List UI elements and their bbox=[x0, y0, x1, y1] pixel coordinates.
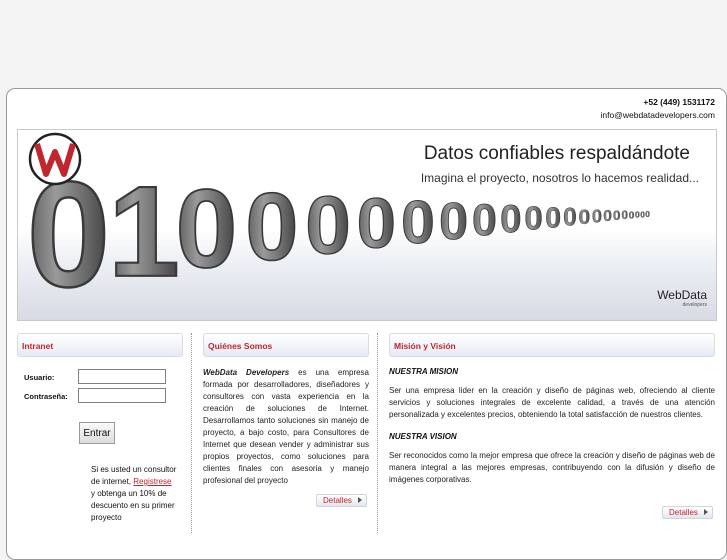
about-description: es una empresa formada por desarrollador… bbox=[203, 368, 369, 485]
mission-section: Misión y Visión NUESTRA MISION Ser una e… bbox=[389, 333, 715, 486]
binary-digit: 0 bbox=[629, 210, 635, 221]
mission-header: Misión y Visión bbox=[389, 333, 715, 357]
banner-title: Datos confiables respaldándote bbox=[423, 143, 690, 164]
binary-digit: 1 bbox=[108, 160, 180, 304]
vision-text: Ser reconocidos como la mejor empresa qu… bbox=[389, 451, 715, 484]
password-input[interactable] bbox=[78, 388, 166, 403]
binary-digit: 0 bbox=[472, 194, 497, 245]
about-text: WebData Developers es una empresa formad… bbox=[203, 367, 369, 487]
banner-subtitle: Imagina el proyecto, nosotros lo hacemos… bbox=[420, 171, 699, 185]
mission-heading: NUESTRA MISION bbox=[389, 367, 459, 376]
logo-text: WebData bbox=[657, 288, 707, 302]
about-details-button[interactable]: Detalles bbox=[316, 494, 367, 507]
user-label: Usuario: bbox=[24, 373, 55, 382]
about-header: Quiénes Somos bbox=[203, 333, 369, 357]
user-input[interactable] bbox=[78, 369, 166, 384]
play-arrow-icon bbox=[703, 509, 708, 515]
login-button[interactable]: Entrar bbox=[79, 422, 115, 444]
binary-digit: 0 bbox=[621, 210, 627, 222]
column-divider bbox=[191, 333, 192, 533]
mission-text: Ser una empresa lider en la creación y d… bbox=[389, 386, 715, 419]
register-link[interactable]: Registrese bbox=[133, 477, 171, 486]
register-note-after: y obtenga un 10% de descuento en su prim… bbox=[91, 489, 175, 522]
play-arrow-icon bbox=[357, 497, 362, 503]
binary-digit: 0 bbox=[245, 175, 298, 281]
contact-email[interactable]: info@webdatadevelopers.com bbox=[601, 109, 715, 122]
binary-digit: 0 bbox=[500, 198, 521, 241]
binary-digit: 0 bbox=[603, 208, 612, 225]
binary-digit: 0 bbox=[635, 210, 640, 220]
mission-details-label: Detalles bbox=[669, 508, 698, 517]
about-company: WebData Developers bbox=[203, 368, 290, 377]
about-section: Quiénes Somos WebData Developers es una … bbox=[203, 333, 369, 487]
hero-banner: 0100000000000000000000 Datos confiables … bbox=[17, 129, 717, 321]
about-details-label: Detalles bbox=[323, 496, 352, 505]
mission-details-button[interactable]: Detalles bbox=[662, 506, 713, 519]
binary-digit: 0 bbox=[305, 180, 351, 271]
intranet-header: Intranet bbox=[17, 333, 183, 357]
binary-digit: 0 bbox=[563, 204, 577, 231]
binary-digit: 0 bbox=[357, 184, 396, 263]
register-note: Si es usted un consultor de internet, Re… bbox=[91, 464, 177, 524]
binary-digit: 0 bbox=[592, 206, 602, 226]
binary-digit: 0 bbox=[524, 201, 542, 238]
contact-info: +52 (449) 1531172 info@webdatadevelopers… bbox=[601, 96, 715, 122]
intranet-section: Intranet bbox=[17, 333, 183, 357]
webdata-logo-icon bbox=[28, 132, 82, 186]
contact-phone: +52 (449) 1531172 bbox=[643, 97, 715, 107]
binary-digit: 0 bbox=[401, 188, 435, 256]
binary-digit: 0 bbox=[613, 208, 620, 223]
binary-digit: 0 bbox=[176, 167, 238, 291]
binary-digit: 0 bbox=[439, 193, 468, 251]
binary-digit: 0 bbox=[645, 210, 650, 219]
logo-subtext: developers bbox=[682, 302, 707, 308]
main-frame: +52 (449) 1531172 info@webdatadevelopers… bbox=[6, 88, 727, 560]
vision-heading: NUESTRA VISION bbox=[389, 432, 457, 441]
binary-digit: 0 bbox=[545, 202, 561, 234]
column-divider bbox=[377, 333, 378, 533]
password-label: Contraseña: bbox=[24, 392, 68, 401]
binary-digit: 0 bbox=[579, 206, 591, 229]
